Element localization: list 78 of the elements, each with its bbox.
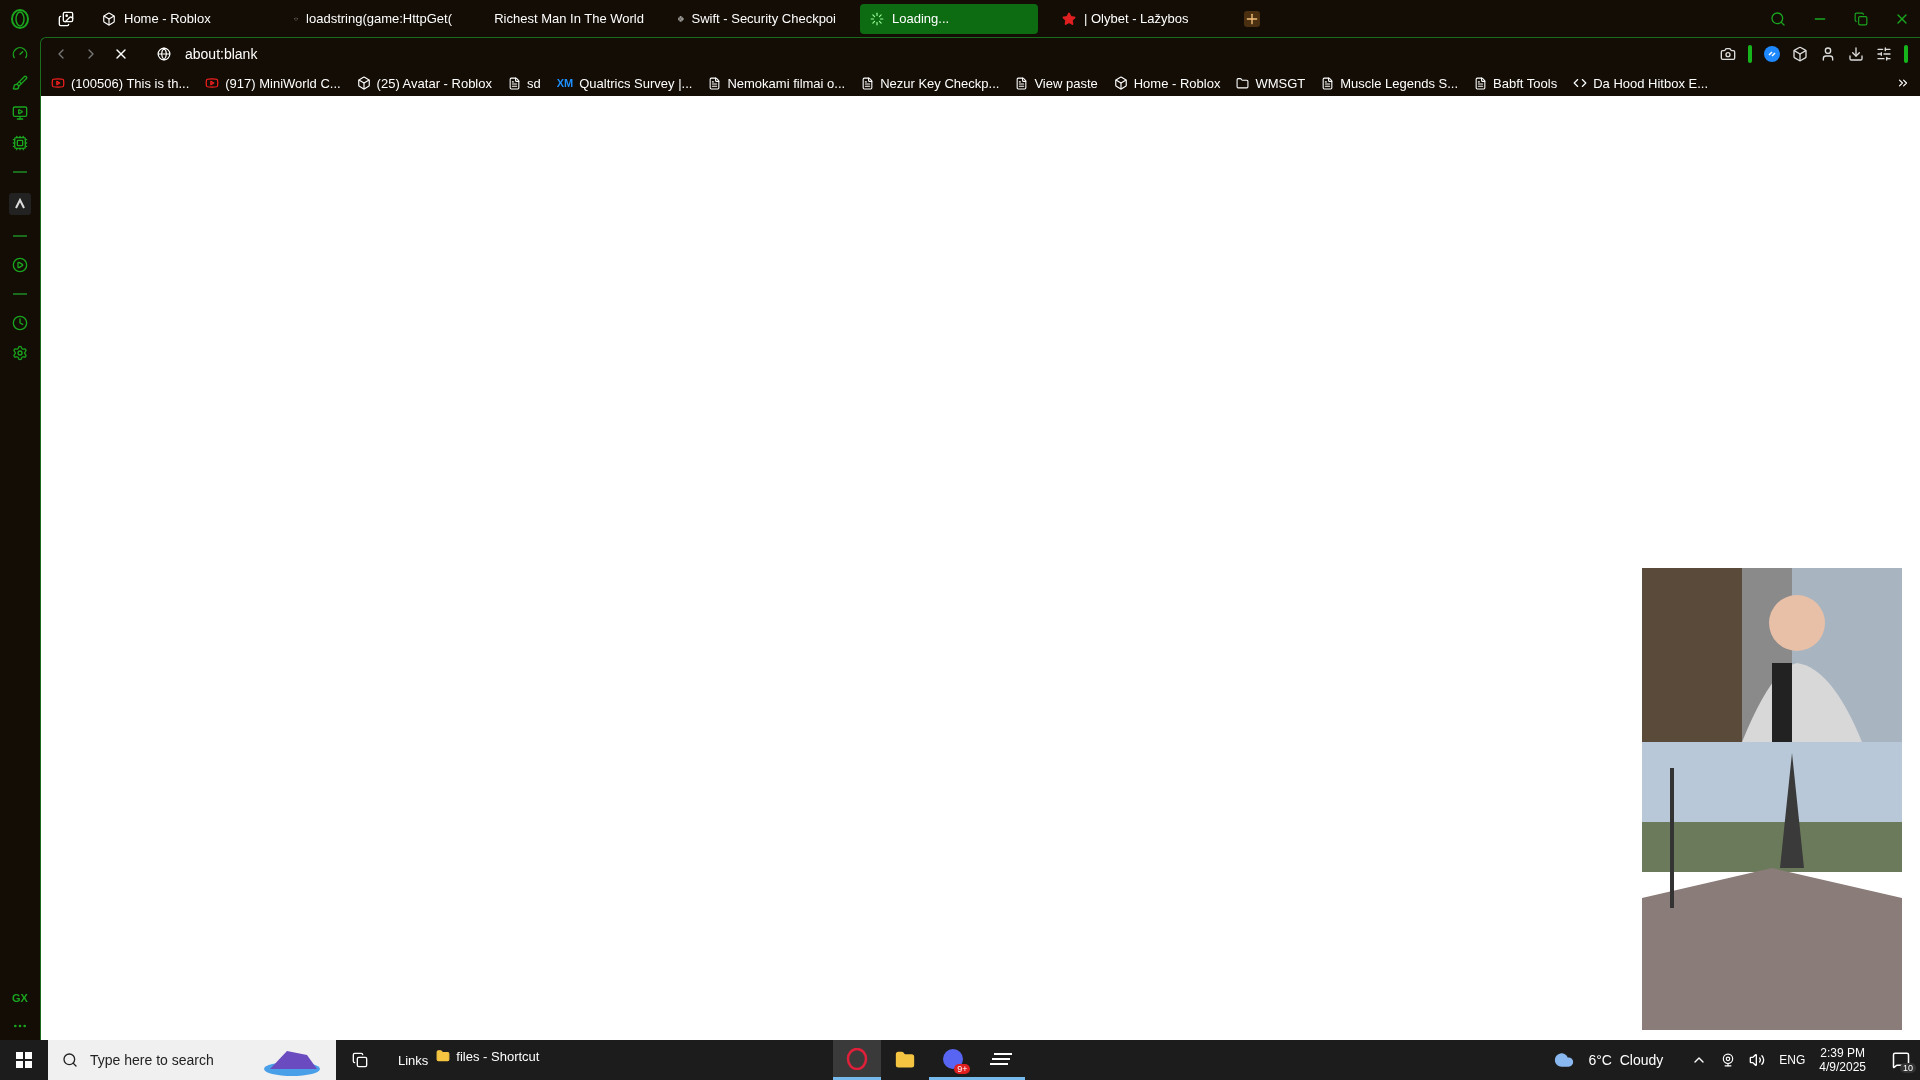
bookmark-item[interactable]: Home - Roblox [1113, 75, 1221, 91]
bookmark-item[interactable]: Nezur Key Checkp... [861, 75, 1000, 91]
bookmark-item[interactable]: (100506) This is th... [51, 75, 190, 91]
play-icon[interactable] [12, 257, 28, 273]
star-icon [1062, 11, 1076, 26]
page-icon [1474, 76, 1488, 90]
folder-icon [436, 1049, 451, 1063]
taskbar-search-field[interactable]: Type here to search [48, 1040, 336, 1080]
page-icon [708, 76, 722, 90]
restore-icon[interactable] [1854, 11, 1868, 26]
monitor-icon[interactable] [12, 105, 28, 121]
youtube-icon [205, 76, 220, 90]
browser-tab[interactable]: loadstring(game:HttpGet( [284, 3, 462, 34]
new-tab-icon[interactable] [1244, 10, 1260, 27]
profile-icon[interactable] [1820, 46, 1836, 62]
chip-icon[interactable] [12, 135, 28, 151]
loading-icon [870, 11, 884, 26]
address-field[interactable]: about:blank [185, 46, 258, 62]
menu-icon[interactable] [1876, 46, 1892, 62]
app-icon[interactable] [9, 193, 31, 215]
notification-badge: 9+ [954, 1063, 971, 1074]
links-toolbar-label[interactable]: Links [398, 1052, 429, 1068]
page-icon [1015, 76, 1029, 90]
page-icon [508, 76, 521, 90]
bookmark-item[interactable]: Da Hood Hitbox E... [1573, 75, 1709, 91]
weather-text[interactable]: 6°C Cloudy [1588, 1052, 1664, 1068]
speedometer-icon[interactable] [12, 45, 28, 61]
bookmark-item[interactable]: XM Qualtrics Survey |... [556, 75, 693, 91]
discord-logo-icon [942, 1047, 965, 1070]
bookmark-item[interactable]: (917) MiniWorld C... [205, 75, 341, 91]
camera-icon[interactable] [1720, 46, 1736, 62]
cube-icon[interactable] [1792, 46, 1808, 62]
bookmark-item[interactable]: Muscle Legends S... [1321, 75, 1459, 91]
history-icon[interactable] [12, 315, 28, 331]
page-icon [861, 76, 875, 90]
youtube-icon [51, 76, 65, 90]
tab-islands-icon[interactable] [58, 10, 74, 27]
roblox-icon [1113, 76, 1128, 90]
download-icon[interactable] [1848, 46, 1864, 62]
clock[interactable]: 2:39 PM 4/9/2025 [1819, 1046, 1866, 1074]
caret-icon [14, 198, 26, 210]
browser-tab[interactable]: Home - Roblox [92, 3, 270, 34]
bookmark-item[interactable]: View paste [1015, 75, 1098, 91]
notification-count: 10 [1900, 1063, 1916, 1073]
page-icon [1321, 76, 1335, 90]
bookmark-item[interactable]: Babft Tools [1474, 75, 1558, 91]
qualtrics-icon: XM [556, 77, 574, 89]
camera-icon[interactable] [1721, 1053, 1736, 1067]
search-icon[interactable] [1770, 10, 1786, 27]
bookmark-item[interactable]: WMSGT [1236, 75, 1306, 91]
browser-tab[interactable]: Loading... [860, 3, 1038, 34]
gx-logo[interactable]: GX [12, 992, 28, 1004]
folder-icon [895, 1050, 916, 1070]
browser-tab[interactable]: Richest Man In The World [476, 3, 654, 34]
weather-icon [1554, 1050, 1575, 1070]
browser-tab[interactable]: Swift - Security Checkpoi [668, 3, 846, 34]
brush-icon[interactable] [12, 75, 28, 91]
bookmark-item[interactable]: (25) Avatar - Roblox [356, 75, 492, 91]
opera-logo-icon [846, 1047, 869, 1070]
lines-icon [990, 1051, 1013, 1066]
bookmark-item[interactable]: Nemokami filmai o... [708, 75, 846, 91]
discord-button[interactable]: 9+ [929, 1040, 978, 1080]
roblox-icon [102, 11, 116, 26]
more-bookmarks-icon[interactable] [1896, 76, 1910, 90]
opera-taskbar-button[interactable] [833, 1040, 882, 1080]
settings-icon[interactable] [12, 345, 28, 361]
files-shortcut[interactable]: files - Shortcut [436, 1048, 540, 1064]
language-indicator[interactable]: ENG [1779, 1053, 1806, 1067]
folder-icon [1236, 76, 1250, 90]
browser-logo-icon[interactable] [10, 8, 30, 29]
shazam-icon[interactable] [1764, 46, 1780, 62]
windows-logo-icon [16, 1052, 32, 1068]
task-view-icon [352, 1052, 368, 1068]
browser-tab[interactable]: | Olybet - Lažybos [1052, 3, 1230, 34]
bookmark-item[interactable]: sd [508, 75, 541, 91]
volume-icon[interactable] [1749, 1052, 1766, 1068]
roblox-icon [356, 76, 371, 90]
search-icon [62, 1052, 78, 1068]
